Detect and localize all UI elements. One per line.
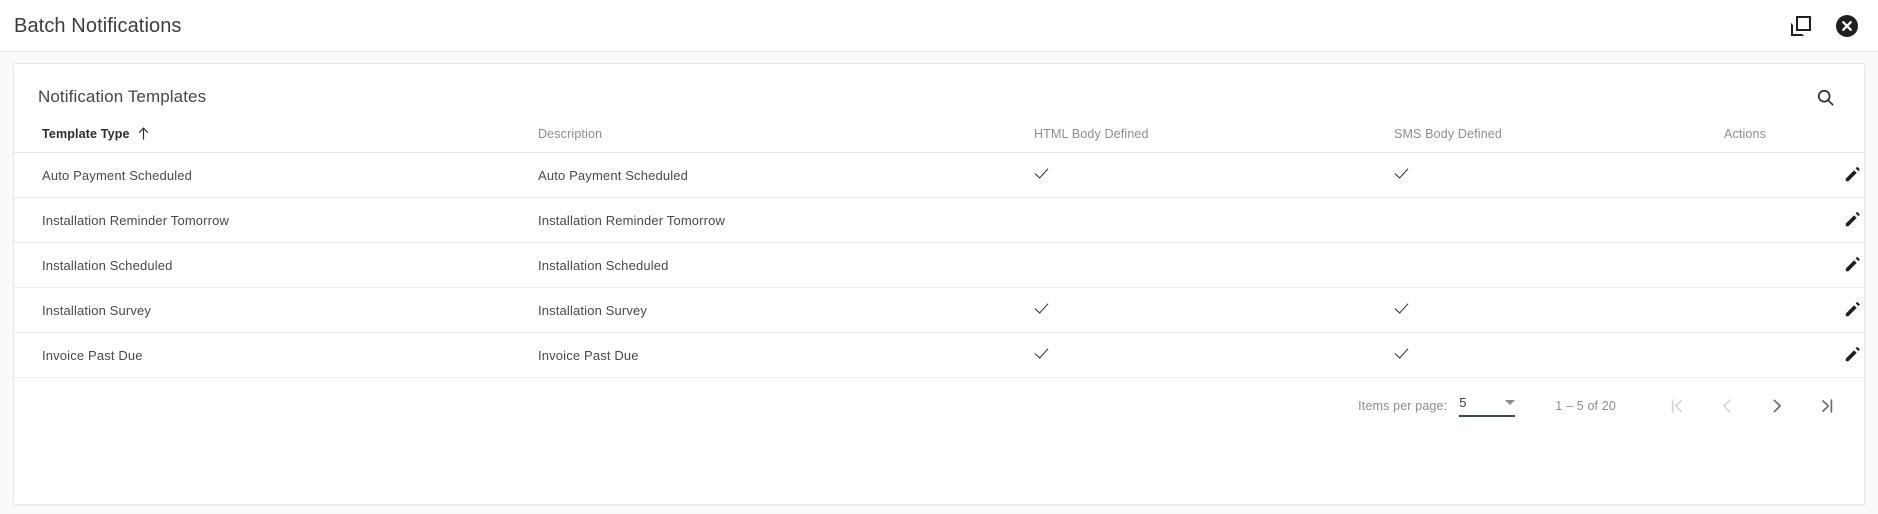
arrow-up-icon [138,127,148,140]
column-header-html-body-defined[interactable]: HTML Body Defined [1034,126,1394,153]
first-page-button[interactable] [1662,391,1692,421]
cell-description: Invoice Past Due [538,332,1034,378]
cell-html-body-defined [1034,287,1394,333]
card-title: Notification Templates [38,87,207,106]
cell-actions [1724,197,1864,243]
table-row[interactable]: Invoice Past Due Invoice Past Due [14,332,1864,378]
cell-actions [1724,242,1864,288]
column-header-label: HTML Body Defined [1034,127,1149,141]
cell-sms-body-defined [1394,197,1724,243]
edit-template-button[interactable] [1840,298,1864,322]
cell-description: Installation Scheduled [538,242,1034,288]
cell-sms-body-defined [1394,242,1724,288]
edit-pencil-icon [1845,212,1860,227]
check-icon [1396,165,1413,182]
cell-sms-body-defined [1394,332,1724,378]
notification-templates-table: Template Type Description HTML Body Defi… [14,126,1864,378]
items-per-page-label: Items per page: [1358,399,1448,413]
cell-template-type: Installation Reminder Tomorrow [14,197,538,243]
cell-actions [1724,332,1864,378]
search-button[interactable] [1810,82,1840,112]
check-icon [1036,165,1053,182]
cell-html-body-defined [1034,197,1394,243]
chevron-down-icon [1505,399,1516,405]
cell-sms-body-defined [1394,152,1724,198]
restore-window-icon [1791,15,1811,36]
next-page-icon [1773,399,1781,413]
close-dialog-button[interactable] [1834,13,1860,39]
table-row[interactable]: Installation Scheduled Installation Sche… [14,242,1864,288]
table-row[interactable]: Auto Payment Scheduled Auto Payment Sche… [14,152,1864,198]
search-icon [1817,89,1834,106]
dialog-title-bar: Batch Notifications [0,0,1878,52]
column-header-label: Actions [1724,127,1767,141]
previous-page-icon [1723,399,1731,413]
table-header: Template Type Description HTML Body Defi… [14,126,1864,153]
cell-template-type: Auto Payment Scheduled [14,152,538,198]
pagination-navigation [1662,391,1842,421]
edit-template-button[interactable] [1840,343,1864,367]
table-row[interactable]: Installation Reminder Tomorrow Installat… [14,197,1864,243]
cell-actions [1724,152,1864,198]
cell-template-type: Installation Scheduled [14,242,538,288]
check-icon [1036,345,1053,362]
table-header-row: Template Type Description HTML Body Defi… [14,126,1864,153]
last-page-icon [1822,399,1833,413]
batch-notifications-dialog: Batch Notifications Notification Templat… [0,0,1878,514]
next-page-button[interactable] [1762,391,1792,421]
cell-template-type: Installation Survey [14,287,538,333]
column-header-template-type[interactable]: Template Type [14,126,538,153]
title-bar-actions [1788,13,1860,39]
pagination-range-label: 1 – 5 of 20 [1555,399,1616,413]
column-header-description[interactable]: Description [538,126,1034,153]
cell-html-body-defined [1034,152,1394,198]
cell-html-body-defined [1034,332,1394,378]
column-header-sms-body-defined[interactable]: SMS Body Defined [1394,126,1724,153]
edit-pencil-icon [1845,257,1860,272]
column-header-label: Template Type [42,126,130,141]
cell-actions [1724,287,1864,333]
table-row[interactable]: Installation Survey Installation Survey [14,287,1864,333]
cell-description: Installation Survey [538,287,1034,333]
last-page-button[interactable] [1812,391,1842,421]
check-icon [1396,300,1413,317]
page-size-select[interactable]: 5 [1459,395,1516,417]
cell-description: Auto Payment Scheduled [538,152,1034,198]
edit-template-button[interactable] [1840,208,1864,232]
cell-html-body-defined [1034,242,1394,288]
first-page-icon [1671,399,1682,413]
edit-pencil-icon [1845,302,1860,317]
check-icon [1396,345,1413,362]
edit-template-button[interactable] [1840,163,1864,187]
cell-sms-body-defined [1394,287,1724,333]
dialog-content: Notification Templates Template Type Des… [0,52,1878,514]
cell-template-type: Invoice Past Due [14,332,538,378]
cell-description: Installation Reminder Tomorrow [538,197,1034,243]
close-circle-icon [1836,14,1858,37]
table-paginator: Items per page: 5 1 – 5 of 20 [14,378,1864,434]
column-header-label: Description [538,127,603,141]
page-size-value: 5 [1459,395,1467,410]
column-header-label: SMS Body Defined [1394,127,1503,141]
table-body: Auto Payment Scheduled Auto Payment Sche… [14,152,1864,378]
notification-templates-card: Notification Templates Template Type Des… [13,63,1865,505]
previous-page-button[interactable] [1712,391,1742,421]
edit-pencil-icon [1845,347,1860,362]
check-icon [1036,300,1053,317]
restore-window-button[interactable] [1788,13,1814,39]
edit-pencil-icon [1845,167,1860,182]
page-title: Batch Notifications [14,14,182,37]
edit-template-button[interactable] [1840,253,1864,277]
card-header: Notification Templates [14,64,1864,126]
column-header-actions: Actions [1724,126,1864,153]
